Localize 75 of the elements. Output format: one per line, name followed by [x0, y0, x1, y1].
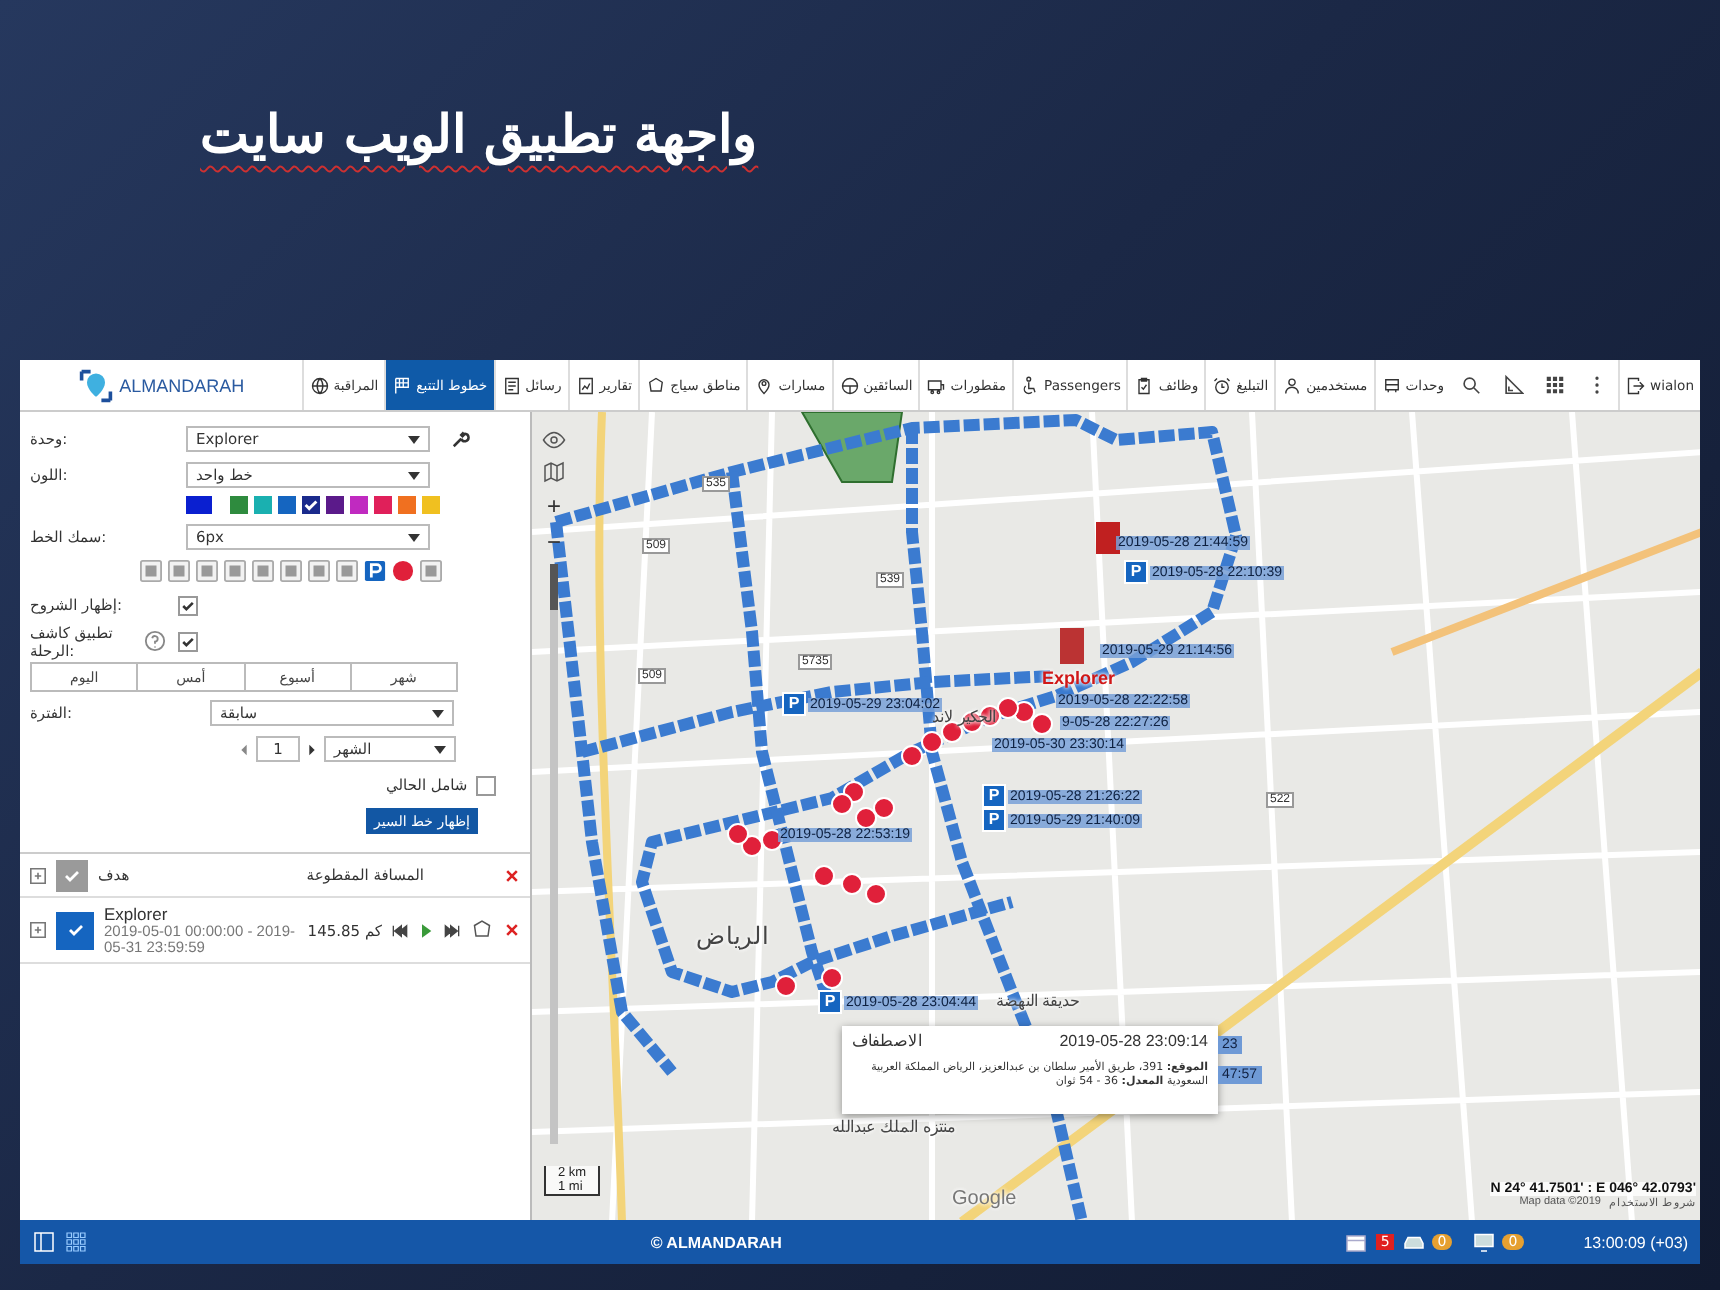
- color-swatch[interactable]: [230, 496, 248, 514]
- checkered-flag-icon: [392, 375, 413, 395]
- check-icon: [180, 633, 196, 649]
- map-pin-icon: [754, 375, 775, 395]
- check-icon: [302, 496, 320, 514]
- apps-grid-icon[interactable]: [1544, 374, 1567, 396]
- map-icon[interactable]: [542, 460, 566, 484]
- parking-icon[interactable]: [364, 560, 386, 582]
- play-icon[interactable]: [418, 923, 434, 937]
- parking-marker[interactable]: P: [782, 692, 806, 716]
- parking-marker[interactable]: P: [982, 784, 1006, 808]
- color-swatch[interactable]: [374, 496, 392, 514]
- trailer-icon: [926, 375, 947, 395]
- close-icon[interactable]: [504, 922, 520, 938]
- zoom-in-button[interactable]: +: [540, 492, 568, 520]
- parking-marker[interactable]: P: [818, 990, 842, 1014]
- color-swatch[interactable]: [398, 496, 416, 514]
- checkbox[interactable]: [178, 595, 198, 615]
- popup-title: الاصطفاف: [852, 1032, 922, 1050]
- slide-title: واجهة تطبيق الويب سايت: [200, 104, 759, 166]
- check-icon: [65, 920, 85, 940]
- color-swatch[interactable]: [186, 496, 212, 514]
- seated-person-icon: [1020, 375, 1041, 395]
- clipboard-icon: [1134, 375, 1155, 395]
- bus-icon: [1381, 375, 1402, 395]
- stop-sign-icon[interactable]: [392, 560, 414, 582]
- eye-icon[interactable]: [542, 428, 566, 452]
- increase-icon[interactable]: [308, 743, 316, 755]
- person-icon: [1282, 375, 1303, 395]
- expand-icon[interactable]: [30, 922, 46, 938]
- polygon-icon: [646, 375, 667, 395]
- color-swatch[interactable]: [422, 496, 440, 514]
- parking-marker[interactable]: P: [1124, 560, 1148, 584]
- alarm-clock-icon: [1212, 375, 1233, 395]
- check-icon: [62, 865, 82, 885]
- parking-marker[interactable]: P: [982, 808, 1006, 832]
- calendar-icon[interactable]: [1344, 1230, 1369, 1254]
- panel-toggle-icon[interactable]: [32, 1230, 56, 1254]
- color-swatch[interactable]: [326, 496, 344, 514]
- place-label: منتزه الملك عبدالله: [832, 1118, 955, 1136]
- logo-icon: [77, 367, 114, 403]
- ruler-triangle-icon[interactable]: [1502, 374, 1525, 396]
- color-swatch[interactable]: [254, 496, 272, 514]
- place-label: الرياض: [696, 922, 768, 950]
- polygon-icon[interactable]: [470, 918, 494, 942]
- color-swatch[interactable]: [350, 496, 368, 514]
- search-icon[interactable]: [1460, 374, 1483, 396]
- decrease-icon[interactable]: [240, 743, 248, 755]
- copyright-text: © ALMANDARAH: [648, 1233, 784, 1251]
- message-icon: [501, 375, 522, 395]
- report-icon: [575, 375, 596, 395]
- clock-text: 13:00:09 (+03): [1583, 1233, 1688, 1251]
- skip-forward-icon[interactable]: [444, 923, 460, 937]
- popup-time: 2019-05-28 23:09:14: [1059, 1032, 1208, 1050]
- close-icon[interactable]: [504, 867, 520, 883]
- apps-grid-icon[interactable]: [64, 1230, 88, 1254]
- select-all-checkbox[interactable]: [56, 859, 88, 891]
- monitor-icon[interactable]: [1472, 1230, 1497, 1254]
- help-icon[interactable]: [144, 630, 166, 652]
- check-icon: [180, 597, 196, 613]
- track-checkbox[interactable]: [56, 911, 94, 949]
- zoom-out-button[interactable]: −: [540, 528, 568, 556]
- color-swatch[interactable]: [302, 496, 320, 514]
- steering-wheel-icon: [839, 375, 860, 395]
- checkbox[interactable]: [475, 775, 496, 795]
- track-name: Explorer: [104, 903, 170, 924]
- zoom-scale-bar[interactable]: [550, 564, 558, 1144]
- color-swatch[interactable]: [278, 496, 296, 514]
- logo[interactable]: ALMANDARAH: [20, 360, 302, 410]
- logout-icon: [1626, 375, 1647, 395]
- skip-back-icon[interactable]: [392, 923, 408, 937]
- expand-icon[interactable]: [30, 867, 46, 883]
- wrench-icon[interactable]: [450, 429, 470, 449]
- checkbox[interactable]: [178, 631, 198, 651]
- globe-icon: [309, 375, 330, 395]
